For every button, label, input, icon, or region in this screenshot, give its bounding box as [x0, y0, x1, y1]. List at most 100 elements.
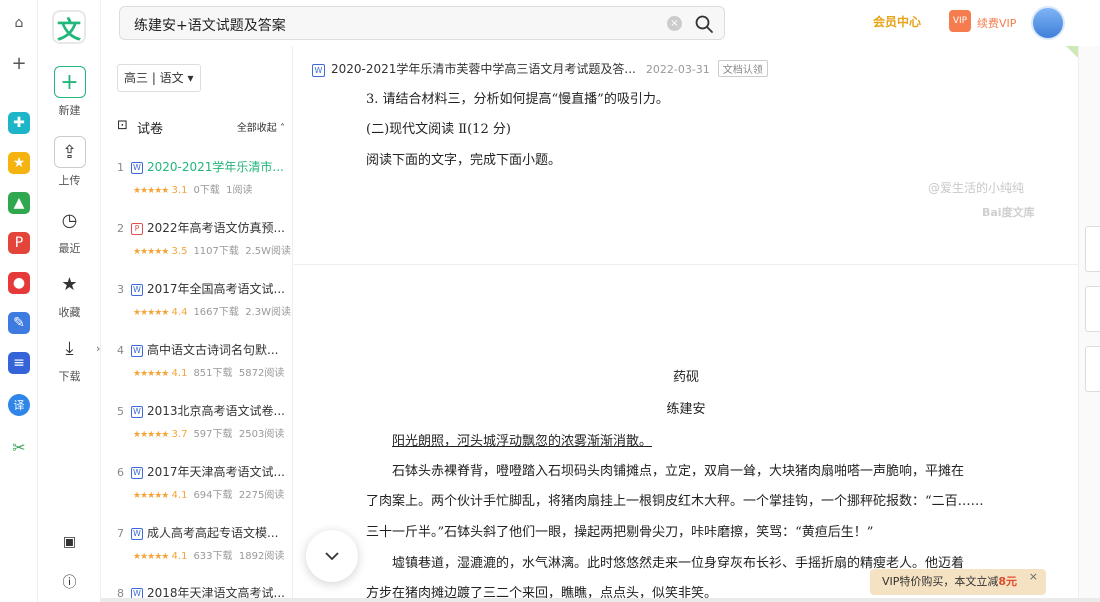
upload-button[interactable]: ⇪ 上传: [38, 136, 101, 188]
list-item[interactable]: 1 W 2020-2021学年乐清市... ★★★★★ 3.1 0下载 1阅读: [117, 156, 292, 196]
grade-subject-dropdown[interactable]: 高三 | 语文 ▾: [117, 64, 201, 92]
app-icon-edit[interactable]: ✎: [8, 312, 30, 334]
pdf-icon: P: [131, 223, 143, 235]
upload-icon: ⇪: [53, 136, 86, 168]
collapse-all-button[interactable]: 全部收起 ˄: [237, 119, 285, 134]
side-tab[interactable]: [1085, 226, 1100, 272]
reads: 2275阅读: [238, 490, 285, 501]
app-icon-doc[interactable]: ≡: [8, 352, 30, 374]
list-item[interactable]: 5 W 2013北京高考语文试卷... ★★★★★ 3.7 597下载 2503阅读: [117, 400, 292, 440]
app-icon-pdf[interactable]: P: [8, 232, 30, 254]
briefcase-icon: ▣: [62, 534, 77, 550]
paragraph: 三十一斤半。”石钵头斜了他们一眼，操起两把剔骨尖刀，咔咔磨擦，笑骂：“黄疸后生！…: [366, 525, 874, 540]
item-title[interactable]: 2017年全国高考语文试...: [147, 282, 285, 296]
renew-vip-link[interactable]: 续费VIP: [977, 15, 1016, 31]
item-title[interactable]: 2022年高考语文仿真预...: [147, 221, 285, 235]
download-label: 下载: [58, 370, 81, 383]
instruction: 阅读下面的文字，完成下面小题。: [366, 153, 562, 168]
app-icon-image[interactable]: ▲: [8, 192, 30, 214]
plus-icon[interactable]: +: [8, 52, 30, 74]
app-rail: ⌂ + ✚ ★ ▲ P ● ✎ ≡ 译 ✂: [0, 0, 38, 602]
score: 4.1: [171, 490, 188, 501]
recent-button[interactable]: ◷ 最近: [38, 204, 101, 256]
toolbox-button[interactable]: ▣: [38, 526, 101, 562]
word-doc-icon: W: [131, 162, 143, 174]
new-button[interactable]: + 新建: [38, 66, 101, 118]
favorites-label: 收藏: [58, 306, 81, 319]
item-title[interactable]: 2020-2021学年乐清市...: [147, 160, 284, 174]
close-icon[interactable]: ×: [1029, 564, 1038, 590]
scroll-down-button[interactable]: [306, 530, 358, 582]
tool-column: 文 + 新建 ⇪ 上传 ◷ 最近 ★ 收藏 ⤓ 下载 ▣ ⓘ: [38, 0, 101, 602]
word-doc-icon: W: [131, 284, 143, 296]
help-button[interactable]: ⓘ: [38, 566, 101, 602]
score: 3.7: [171, 429, 188, 440]
list-item[interactable]: 7 W 成人高考高起专语文模... ★★★★★ 4.1 633下载 1892阅读: [117, 522, 292, 562]
chevron-down-icon: [325, 552, 339, 561]
member-center-link[interactable]: 会员中心: [873, 13, 921, 30]
app-icon-star[interactable]: ★: [8, 152, 30, 174]
upload-label: 上传: [58, 174, 81, 187]
score: 3.1: [171, 185, 188, 196]
star-rating: ★★★★★: [133, 247, 169, 257]
downloads: 597下载: [193, 429, 233, 440]
paper-icon: ⊡: [117, 118, 128, 133]
list-item[interactable]: 3 W 2017年全国高考语文试... ★★★★★ 4.4 1667下载 2.3W阅读: [117, 278, 292, 318]
app-icon-cross[interactable]: ✚: [8, 112, 30, 134]
story-title: 药砚: [672, 370, 699, 385]
avatar[interactable]: [1031, 6, 1065, 40]
story-author: 练建安: [666, 402, 706, 417]
chevron-right-icon[interactable]: ›: [96, 342, 100, 355]
item-meta: ★★★★★ 4.1 633下载 1892阅读: [133, 547, 292, 562]
item-meta: ★★★★★ 3.5 1107下载 2.5W阅读: [133, 242, 292, 257]
app-icon-translate[interactable]: 译: [8, 394, 30, 416]
reads: 2503阅读: [238, 429, 285, 440]
favorites-button[interactable]: ★ 收藏: [38, 268, 101, 320]
list-item[interactable]: 4 W 高中语文古诗词名句默... ★★★★★ 4.1 851下载 5872阅读: [117, 339, 292, 379]
word-doc-icon: W: [312, 64, 325, 77]
reads: 1892阅读: [238, 551, 285, 562]
item-title[interactable]: 2017年天津高考语文试...: [147, 465, 285, 479]
app-icon-record[interactable]: ●: [8, 272, 30, 294]
document-header: W 2020-2021学年乐清市芙蓉中学高三语文月考试题及答... 2022-03-…: [312, 60, 768, 77]
recent-label: 最近: [58, 242, 81, 255]
search-input[interactable]: 练建安+语文试题及答案 ×: [119, 6, 725, 40]
search-icon[interactable]: [694, 14, 714, 34]
side-tab[interactable]: [1085, 286, 1100, 332]
item-number: 7: [117, 527, 124, 540]
section-title: 试卷: [137, 122, 164, 137]
side-tab[interactable]: [1085, 346, 1100, 392]
download-icon: ⤓: [65, 337, 74, 359]
star-rating: ★★★★★: [133, 308, 169, 318]
item-number: 1: [117, 161, 124, 174]
item-title[interactable]: 高中语文古诗词名句默...: [147, 343, 278, 357]
list-item[interactable]: 2 P 2022年高考语文仿真预... ★★★★★ 3.5 1107下载 2.5W阅读: [117, 217, 292, 257]
question-3: 3. 请结合材料三，分析如何提高“慢直播”的吸引力。: [366, 92, 669, 107]
item-number: 4: [117, 344, 124, 357]
scissors-icon[interactable]: ✂: [8, 436, 30, 458]
item-number: 3: [117, 283, 124, 296]
item-meta: ★★★★★ 4.1 694下载 2275阅读: [133, 486, 292, 501]
vip-promo-banner[interactable]: VIP特价购买，本文立减8元 ×: [870, 569, 1046, 595]
wenku-logo[interactable]: 文: [52, 10, 86, 44]
filter-label: 高三 | 语文: [124, 71, 184, 85]
claim-document-button[interactable]: 文档认领: [717, 60, 768, 77]
document-title: 2020-2021学年乐清市芙蓉中学高三语文月考试题及答...: [331, 62, 636, 76]
collapse-all-label: 全部收起: [236, 123, 277, 134]
reads: 2.3W阅读: [245, 307, 292, 318]
list-item[interactable]: 6 W 2017年天津高考语文试... ★★★★★ 4.1 694下载 2275阅读: [117, 461, 292, 501]
watermark-logo: Bai度文库: [982, 206, 1035, 219]
word-doc-icon: W: [131, 345, 143, 357]
star-rating: ★★★★★: [133, 369, 169, 379]
horizontal-scrollbar[interactable]: [101, 598, 1100, 602]
vip-icon[interactable]: VIP: [949, 10, 971, 32]
home-icon[interactable]: ⌂: [8, 12, 30, 34]
download-button[interactable]: ⤓ 下载: [38, 332, 101, 384]
score: 4.4: [171, 307, 188, 318]
item-title[interactable]: 2013北京高考语文试卷...: [147, 404, 285, 418]
clear-icon[interactable]: ×: [667, 16, 682, 31]
reads: 1阅读: [226, 185, 253, 196]
item-title[interactable]: 成人高考高起专语文模...: [147, 526, 278, 540]
search-query[interactable]: 练建安+语文试题及答案: [134, 15, 286, 35]
item-number: 2: [117, 222, 124, 235]
